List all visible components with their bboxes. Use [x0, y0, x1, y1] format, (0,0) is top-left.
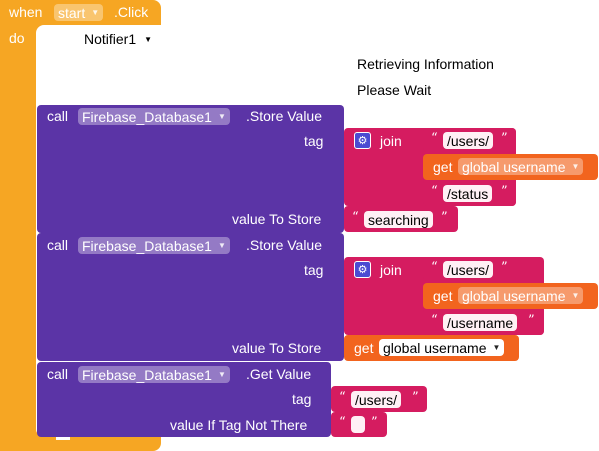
firebase-component-value: Firebase_Database1 [82, 366, 212, 383]
method-label: .Get Value [246, 366, 312, 382]
variable-name: global username [462, 287, 566, 304]
text-block[interactable]: “ /status ” [423, 180, 516, 206]
join-label: join [380, 262, 402, 278]
close-quote-icon: ” [501, 131, 508, 146]
chevron-down-icon: ▼ [144, 34, 153, 44]
when-label: when [9, 4, 43, 20]
variable-name: global username [383, 339, 487, 356]
chevron-down-icon: ▼ [217, 370, 226, 379]
get-variable-block[interactable]: get global username ▼ [423, 283, 598, 309]
text-block[interactable]: “ /users/ ” [331, 386, 427, 412]
variable-dropdown[interactable]: global username ▼ [458, 287, 584, 304]
text-value[interactable]: /username [443, 314, 518, 331]
get-label: get [433, 159, 453, 175]
get-label: get [354, 340, 374, 356]
close-quote-icon: ” [412, 390, 419, 405]
value-to-store-label: value To Store [232, 211, 322, 227]
open-quote-icon: “ [352, 210, 359, 225]
notifier-component-value: Notifier1 [84, 31, 137, 47]
variable-name: global username [462, 158, 566, 175]
firebase-component-dropdown[interactable]: Firebase_Database1 ▼ [78, 108, 230, 125]
join-label: join [380, 133, 402, 149]
event-component-value: start [58, 4, 86, 21]
open-quote-icon: “ [431, 184, 438, 199]
chevron-down-icon: ▼ [217, 241, 226, 250]
value-if-tag-not-there-label: value If Tag Not There [170, 417, 308, 433]
text-block[interactable]: “ ” [331, 412, 387, 437]
chevron-down-icon: ▼ [91, 8, 100, 17]
get-label: get [433, 288, 453, 304]
text-value[interactable]: /users/ [443, 132, 494, 149]
firebase-component-value: Firebase_Database1 [82, 108, 212, 125]
event-block-bottom-notch [56, 437, 70, 440]
get-variable-block[interactable]: get global username ▼ [423, 154, 598, 180]
open-quote-icon: “ [339, 415, 346, 430]
close-quote-icon: ” [441, 210, 448, 225]
close-quote-icon: ” [528, 313, 535, 328]
tag-label: tag [304, 262, 324, 278]
chevron-down-icon: ▼ [217, 112, 226, 121]
chevron-down-icon: ▼ [571, 162, 580, 171]
chevron-down-icon: ▼ [492, 343, 501, 352]
call-label: call [47, 237, 69, 253]
open-quote-icon: “ [431, 131, 438, 146]
gear-icon[interactable]: ⚙ [354, 261, 371, 278]
method-label: .Store Value [246, 237, 323, 253]
notifier-text-line2: Please Wait [357, 82, 432, 98]
open-quote-icon: “ [431, 313, 438, 328]
text-block[interactable]: “ /users/ ” [423, 128, 516, 152]
do-label: do [9, 30, 25, 46]
close-quote-icon: ” [501, 260, 508, 275]
call-label: call [47, 108, 69, 124]
firebase-component-dropdown[interactable]: Firebase_Database1 ▼ [78, 366, 230, 383]
chevron-down-icon: ▼ [571, 291, 580, 300]
text-value[interactable]: /status [443, 185, 493, 202]
text-block[interactable]: “ /users/ ” [423, 257, 516, 281]
event-component-dropdown[interactable]: start ▼ [54, 4, 104, 21]
close-quote-icon: ” [371, 415, 378, 430]
open-quote-icon: “ [431, 260, 438, 275]
gear-icon[interactable]: ⚙ [354, 132, 371, 149]
variable-dropdown[interactable]: global username ▼ [379, 339, 505, 356]
tag-label: tag [292, 391, 312, 407]
notifier-text-line1: Retrieving Information [357, 56, 494, 72]
get-variable-block[interactable]: get global username ▼ [344, 335, 519, 361]
open-quote-icon: “ [339, 390, 346, 405]
call-label: call [47, 366, 69, 382]
text-value[interactable]: /users/ [443, 261, 494, 278]
variable-dropdown[interactable]: global username ▼ [458, 158, 584, 175]
text-block[interactable]: “ /username ” [423, 309, 544, 335]
value-to-store-label: value To Store [232, 340, 322, 356]
firebase-component-value: Firebase_Database1 [82, 237, 212, 254]
notifier-component-dropdown[interactable]: Notifier1 ▼ [84, 31, 152, 47]
text-value[interactable]: searching [364, 211, 433, 228]
close-quote-icon: ” [501, 184, 508, 199]
text-value-empty[interactable] [351, 416, 365, 433]
text-value[interactable]: /users/ [351, 391, 402, 408]
tag-label: tag [304, 133, 324, 149]
method-label: .Store Value [246, 108, 323, 124]
event-name-label: .Click [114, 4, 149, 20]
firebase-component-dropdown[interactable]: Firebase_Database1 ▼ [78, 237, 230, 254]
text-block[interactable]: “ searching ” [344, 206, 458, 232]
